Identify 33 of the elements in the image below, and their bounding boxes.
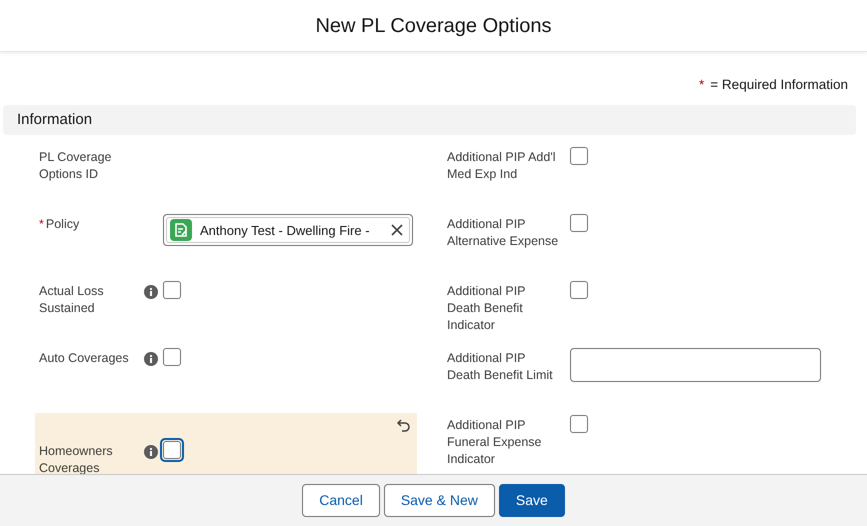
section-title: Information <box>17 110 92 130</box>
checkbox[interactable] <box>570 281 588 300</box>
info-icon[interactable] <box>144 352 158 366</box>
field-label: Additional PIP Add'l Med Exp Ind <box>447 149 556 184</box>
required-mark: * <box>39 216 44 234</box>
close-icon[interactable] <box>391 224 403 236</box>
checkbox[interactable] <box>163 348 181 366</box>
undo-icon[interactable] <box>397 418 411 432</box>
checkbox[interactable] <box>570 415 588 434</box>
info-icon[interactable] <box>144 285 158 300</box>
field-label: Additional PIP Death Benefit Limit <box>447 350 554 384</box>
field-label: PL Coverage Options ID <box>39 149 112 184</box>
checkbox[interactable] <box>163 281 181 300</box>
field-label: Actual Loss Sustained <box>39 283 105 318</box>
field-label: Additional PIP Death Benefit Indicator <box>447 283 526 334</box>
field-label: Auto Coverages <box>39 350 129 368</box>
field-label: Policy <box>46 216 80 234</box>
save-button[interactable]: Save <box>498 484 565 517</box>
checkbox[interactable] <box>570 214 588 232</box>
lookup-value: Anthony Test - Dwelling Fire - <box>200 222 371 240</box>
input-field[interactable] <box>570 348 821 382</box>
field-label: Additional PIP Funeral Expense Indicator <box>447 417 543 468</box>
required-note: = Required Information <box>710 76 848 94</box>
required-mark: * <box>699 76 704 94</box>
modal-title: New PL Coverage Options <box>315 14 552 38</box>
footer-button[interactable]: Save & New <box>384 484 495 517</box>
document-icon <box>170 219 192 242</box>
info-icon[interactable] <box>144 445 158 460</box>
footer-button[interactable]: Cancel <box>302 484 380 517</box>
field-label: Additional PIP Alternative Expense <box>447 216 560 250</box>
field-label: Homeowners Coverages <box>39 443 114 478</box>
policy-lookup-field[interactable]: Anthony Test - Dwelling Fire - <box>163 214 413 246</box>
checkbox[interactable] <box>570 147 588 166</box>
